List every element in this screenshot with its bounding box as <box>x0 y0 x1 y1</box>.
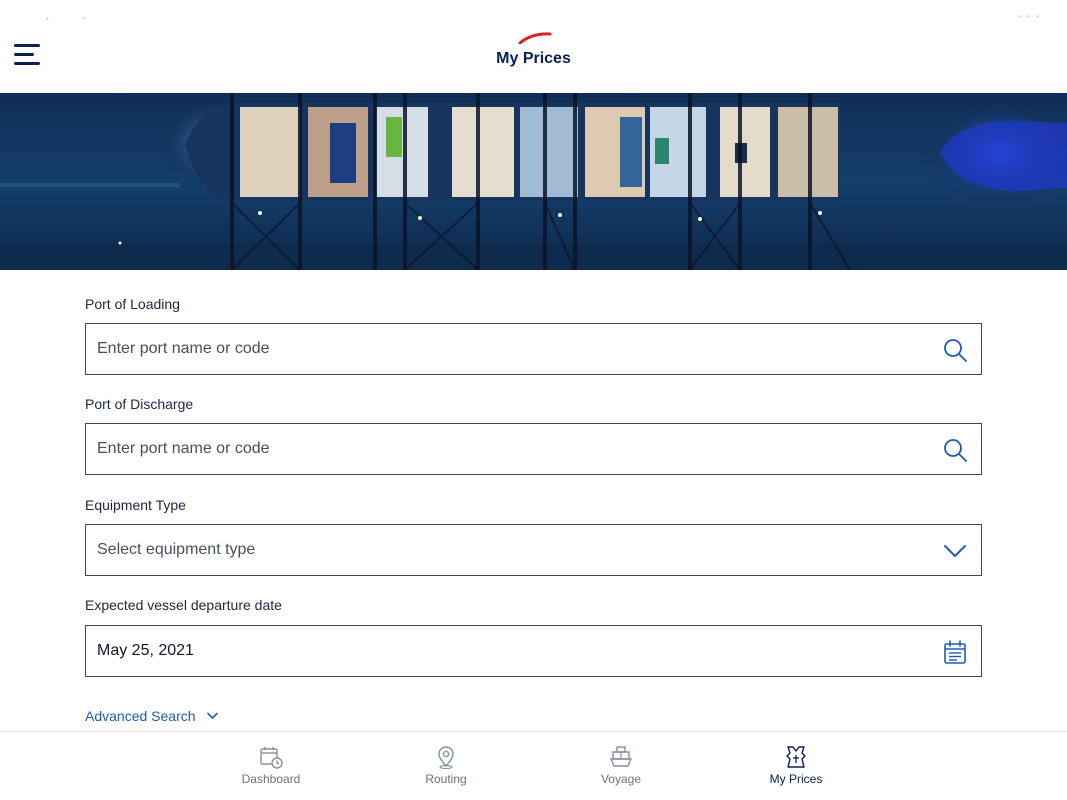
search-icon[interactable] <box>941 336 969 364</box>
equipment-type-select[interactable]: Select equipment type <box>85 524 982 576</box>
tab-routing-label: Routing <box>425 772 467 786</box>
ship-icon <box>609 746 633 767</box>
tab-dashboard[interactable]: Dashboard <box>216 732 326 800</box>
port-of-loading-input[interactable]: Enter port name or code <box>85 323 982 375</box>
app-header: • • • • • My Prices <box>0 0 1067 93</box>
tab-my-prices[interactable]: My Prices <box>741 732 851 800</box>
calendar-clock-icon <box>260 747 283 769</box>
hero-banner-image <box>0 93 1067 270</box>
port-of-discharge-input[interactable]: Enter port name or code <box>85 423 982 475</box>
advanced-search-label: Advanced Search <box>85 708 196 724</box>
port-of-discharge-label: Port of Discharge <box>85 396 194 412</box>
tab-voyage-label: Voyage <box>600 772 642 786</box>
departure-date-value: May 25, 2021 <box>97 642 194 659</box>
calendar-icon[interactable] <box>941 638 969 666</box>
port-of-discharge-placeholder: Enter port name or code <box>97 440 270 457</box>
bottom-tab-bar: Dashboard Routing Voyage My Prices <box>0 731 1067 800</box>
departure-date-label: Expected vessel departure date <box>85 597 282 613</box>
equipment-type-label: Equipment Type <box>85 497 186 513</box>
brand-logo-icon <box>518 32 552 44</box>
status-indicator-right: • • • <box>1018 12 1041 21</box>
equipment-type-placeholder: Select equipment type <box>97 541 256 558</box>
page-title: My Prices <box>496 50 571 67</box>
chevron-down-icon <box>207 712 219 719</box>
tab-dashboard-label: Dashboard <box>241 772 301 786</box>
departure-date-input[interactable]: May 25, 2021 <box>85 625 982 677</box>
map-pin-icon <box>438 746 454 770</box>
port-of-loading-label: Port of Loading <box>85 296 180 312</box>
search-icon[interactable] <box>941 436 969 464</box>
tab-voyage[interactable]: Voyage <box>566 732 676 800</box>
tab-my-prices-label: My Prices <box>769 772 823 786</box>
port-of-loading-placeholder: Enter port name or code <box>97 340 270 357</box>
advanced-search-toggle[interactable]: Advanced Search <box>85 708 219 724</box>
tab-routing[interactable]: Routing <box>391 732 501 800</box>
status-indicator-left: • • <box>46 14 102 23</box>
chevron-down-icon[interactable] <box>941 537 969 565</box>
price-tag-icon <box>786 746 806 768</box>
